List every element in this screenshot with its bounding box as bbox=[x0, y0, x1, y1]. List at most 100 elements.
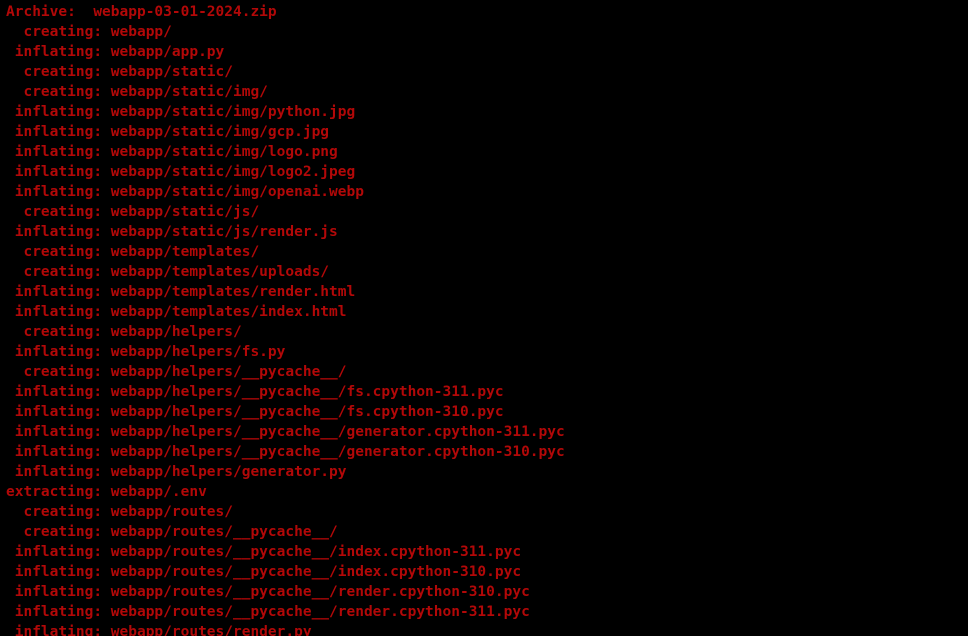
output-line: inflating: webapp/templates/index.html bbox=[6, 302, 968, 322]
unzip-path: webapp/routes/__pycache__/ bbox=[111, 524, 338, 540]
unzip-action: inflating bbox=[6, 144, 93, 160]
separator: : bbox=[93, 404, 110, 420]
unzip-action: inflating bbox=[6, 584, 93, 600]
unzip-action: creating bbox=[6, 204, 93, 220]
unzip-action: creating bbox=[6, 64, 93, 80]
separator: : bbox=[93, 584, 110, 600]
output-line: inflating: webapp/templates/render.html bbox=[6, 282, 968, 302]
output-line: inflating: webapp/static/img/openai.webp bbox=[6, 182, 968, 202]
unzip-action: inflating bbox=[6, 184, 93, 200]
unzip-path: webapp/helpers/__pycache__/generator.cpy… bbox=[111, 444, 565, 460]
unzip-action: inflating bbox=[6, 124, 93, 140]
output-line: inflating: webapp/routes/__pycache__/ind… bbox=[6, 542, 968, 562]
unzip-path: webapp/templates/render.html bbox=[111, 284, 355, 300]
unzip-output: creating: webapp/ inflating: webapp/app.… bbox=[6, 22, 968, 636]
separator: : bbox=[93, 44, 110, 60]
unzip-path: webapp/static/img/openai.webp bbox=[111, 184, 364, 200]
unzip-path: webapp/templates/index.html bbox=[111, 304, 347, 320]
archive-header: Archive: webapp-03-01-2024.zip bbox=[6, 2, 968, 22]
unzip-path: webapp/static/img/logo2.jpeg bbox=[111, 164, 355, 180]
output-line: inflating: webapp/routes/__pycache__/ind… bbox=[6, 562, 968, 582]
unzip-action: creating bbox=[6, 364, 93, 380]
unzip-path: webapp/app.py bbox=[111, 44, 225, 60]
separator: : bbox=[93, 244, 110, 260]
unzip-path: webapp/helpers/ bbox=[111, 324, 242, 340]
unzip-path: webapp/helpers/__pycache__/generator.cpy… bbox=[111, 424, 565, 440]
separator: : bbox=[93, 204, 110, 220]
output-line: inflating: webapp/helpers/__pycache__/ge… bbox=[6, 442, 968, 462]
output-line: inflating: webapp/static/img/logo.png bbox=[6, 142, 968, 162]
separator: : bbox=[93, 524, 110, 540]
unzip-path: webapp/routes/render.py bbox=[111, 624, 312, 636]
output-line: inflating: webapp/routes/render.py bbox=[6, 622, 968, 636]
unzip-action: inflating bbox=[6, 544, 93, 560]
unzip-action: inflating bbox=[6, 464, 93, 480]
separator: : bbox=[93, 564, 110, 580]
output-line: inflating: webapp/app.py bbox=[6, 42, 968, 62]
unzip-path: webapp/helpers/__pycache__/fs.cpython-31… bbox=[111, 384, 504, 400]
unzip-action: creating bbox=[6, 324, 93, 340]
output-line: creating: webapp/ bbox=[6, 22, 968, 42]
unzip-path: webapp/ bbox=[111, 24, 172, 40]
unzip-action: creating bbox=[6, 244, 93, 260]
output-line: inflating: webapp/static/img/logo2.jpeg bbox=[6, 162, 968, 182]
unzip-path: webapp/static/ bbox=[111, 64, 233, 80]
unzip-path: webapp/helpers/__pycache__/fs.cpython-31… bbox=[111, 404, 504, 420]
output-line: inflating: webapp/routes/__pycache__/ren… bbox=[6, 602, 968, 622]
output-line: creating: webapp/static/img/ bbox=[6, 82, 968, 102]
output-line: inflating: webapp/helpers/__pycache__/fs… bbox=[6, 382, 968, 402]
separator: : bbox=[93, 124, 110, 140]
output-line: creating: webapp/templates/uploads/ bbox=[6, 262, 968, 282]
output-line: inflating: webapp/static/img/python.jpg bbox=[6, 102, 968, 122]
unzip-path: webapp/routes/__pycache__/index.cpython-… bbox=[111, 564, 521, 580]
output-line: inflating: webapp/helpers/fs.py bbox=[6, 342, 968, 362]
separator: : bbox=[93, 344, 110, 360]
output-line: creating: webapp/helpers/ bbox=[6, 322, 968, 342]
unzip-action: inflating bbox=[6, 384, 93, 400]
unzip-action: inflating bbox=[6, 224, 93, 240]
output-line: creating: webapp/routes/ bbox=[6, 502, 968, 522]
separator: : bbox=[93, 264, 110, 280]
unzip-action: inflating bbox=[6, 344, 93, 360]
separator: : bbox=[93, 24, 110, 40]
unzip-path: webapp/helpers/generator.py bbox=[111, 464, 347, 480]
output-line: extracting: webapp/.env bbox=[6, 482, 968, 502]
unzip-path: webapp/templates/uploads/ bbox=[111, 264, 329, 280]
unzip-path: webapp/.env bbox=[111, 484, 207, 500]
unzip-path: webapp/routes/ bbox=[111, 504, 233, 520]
separator: : bbox=[93, 304, 110, 320]
separator: : bbox=[93, 364, 110, 380]
unzip-path: webapp/static/img/gcp.jpg bbox=[111, 124, 329, 140]
separator: : bbox=[93, 164, 110, 180]
unzip-action: creating bbox=[6, 524, 93, 540]
unzip-action: inflating bbox=[6, 104, 93, 120]
separator: : bbox=[93, 444, 110, 460]
separator: : bbox=[93, 184, 110, 200]
separator: : bbox=[93, 324, 110, 340]
separator: : bbox=[93, 284, 110, 300]
output-line: creating: webapp/helpers/__pycache__/ bbox=[6, 362, 968, 382]
unzip-path: webapp/helpers/__pycache__/ bbox=[111, 364, 347, 380]
unzip-path: webapp/routes/__pycache__/render.cpython… bbox=[111, 584, 530, 600]
unzip-path: webapp/static/img/logo.png bbox=[111, 144, 338, 160]
unzip-path: webapp/static/img/ bbox=[111, 84, 268, 100]
output-line: creating: webapp/templates/ bbox=[6, 242, 968, 262]
unzip-path: webapp/routes/__pycache__/render.cpython… bbox=[111, 604, 530, 620]
output-line: inflating: webapp/helpers/__pycache__/fs… bbox=[6, 402, 968, 422]
separator: : bbox=[93, 144, 110, 160]
separator: : bbox=[93, 104, 110, 120]
output-line: inflating: webapp/routes/__pycache__/ren… bbox=[6, 582, 968, 602]
separator: : bbox=[93, 424, 110, 440]
unzip-action: inflating bbox=[6, 44, 93, 60]
unzip-action: creating bbox=[6, 264, 93, 280]
unzip-action: inflating bbox=[6, 564, 93, 580]
separator: : bbox=[93, 64, 110, 80]
output-line: inflating: webapp/static/js/render.js bbox=[6, 222, 968, 242]
separator: : bbox=[93, 384, 110, 400]
unzip-action: inflating bbox=[6, 444, 93, 460]
unzip-action: inflating bbox=[6, 404, 93, 420]
unzip-path: webapp/static/js/render.js bbox=[111, 224, 338, 240]
unzip-action: inflating bbox=[6, 604, 93, 620]
unzip-path: webapp/templates/ bbox=[111, 244, 259, 260]
unzip-action: creating bbox=[6, 84, 93, 100]
